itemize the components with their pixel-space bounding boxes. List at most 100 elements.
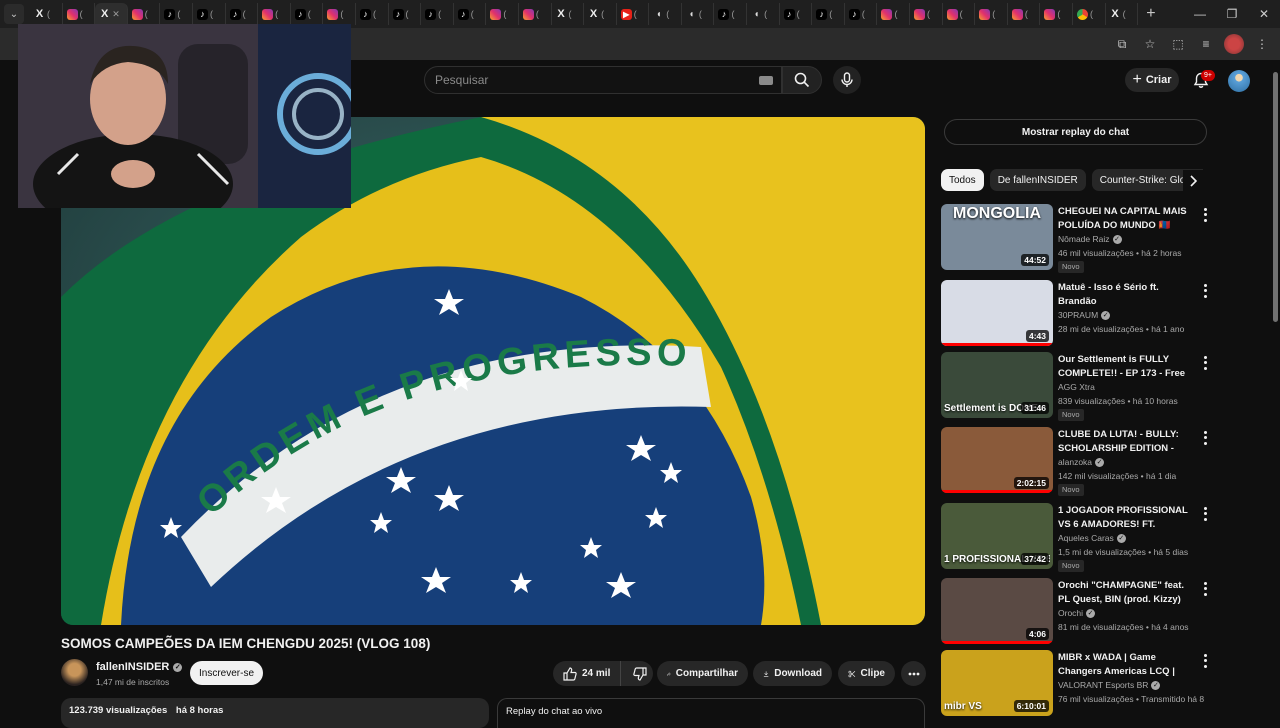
recommendation-channel[interactable]: AGG Xtra [1058,382,1095,392]
browser-tab[interactable]: ( [323,3,356,25]
filter-chip[interactable]: Todos [941,169,984,191]
browser-tab[interactable]: ♪( [389,3,422,25]
more-actions-button[interactable] [901,661,926,686]
browser-tab[interactable]: ♪( [356,3,389,25]
channel-name[interactable]: fallenINSIDER [96,661,169,673]
description-box[interactable]: 123.739 visualizações há 8 horas [61,698,489,728]
browser-tab[interactable]: X( [30,3,63,25]
browser-tab[interactable]: ♪( [845,3,878,25]
browser-tab[interactable]: ♪( [421,3,454,25]
browser-menu-icon[interactable]: ⋮ [1252,34,1272,54]
more-vert-icon[interactable] [1200,430,1210,446]
browser-tab[interactable]: ♪( [812,3,845,25]
more-vert-icon[interactable] [1200,581,1210,597]
tab-search-button[interactable]: ⌄ [4,4,24,24]
show-chat-replay-button[interactable]: Mostrar replay do chat [944,119,1207,145]
browser-tab[interactable]: ♪( [454,3,487,25]
video-thumbnail[interactable]: MONGOLIA 44:52 [941,204,1053,270]
recommendation-item[interactable]: 4:43 Matuê - Isso é Sério ft. Brandão 30PR… [941,280,1211,348]
minimize-icon[interactable]: — [1184,7,1216,21]
browser-tab[interactable]: ◖( [747,3,780,25]
share-button[interactable]: Compartilhar [657,661,748,686]
video-thumbnail[interactable]: mibr VS 6:10:01 [941,650,1053,716]
browser-tab[interactable]: ♪( [160,3,193,25]
more-vert-icon[interactable] [1200,506,1210,522]
recommendation-title[interactable]: Our Settlement is FULLY COMPLETE!! - EP … [1058,353,1192,380]
recommendation-title[interactable]: 1 JOGADOR PROFISSIONAL VS 6 AMADORES! FT… [1058,504,1192,531]
search-input[interactable]: Pesquisar [424,66,782,94]
media-controls-icon[interactable]: ≡ [1196,34,1216,54]
more-vert-icon[interactable] [1200,207,1210,223]
install-app-icon[interactable]: ⧉ [1112,34,1132,54]
browser-tab[interactable]: ( [1040,3,1073,25]
keyboard-icon[interactable] [759,75,773,85]
bookmark-star-icon[interactable]: ☆ [1140,34,1160,54]
recommendation-item[interactable]: Settlement is DONE 31:46 Our Settlement is… [941,352,1211,421]
browser-tab[interactable]: X( [1106,3,1139,25]
browser-tab[interactable]: ( [910,3,943,25]
browser-tab[interactable]: ◖( [682,3,715,25]
browser-tab[interactable]: ( [128,3,161,25]
recommendation-channel-row[interactable]: VALORANT Esports BR ✓ [1058,680,1161,690]
filter-chip[interactable]: De fallenINSIDER [989,169,1086,191]
more-vert-icon[interactable] [1200,653,1210,669]
channel-name-row[interactable]: fallenINSIDER ✓ [96,661,183,673]
recommendation-item[interactable]: 4:06 Orochi "CHAMPAGNE" feat. PL Quest, B… [941,578,1211,646]
recommendation-channel-row[interactable]: AGG Xtra [1058,382,1095,392]
recommendation-channel[interactable]: alanzoka [1058,457,1092,467]
account-avatar[interactable] [1228,70,1250,92]
recommendation-title[interactable]: Matuê - Isso é Sério ft. Brandão [1058,281,1192,308]
browser-tab[interactable]: ( [63,3,96,25]
recommendation-item[interactable]: 2:02:15 CLUBE DA LUTA! - BULLY: SCHOLARSH… [941,427,1211,496]
browser-profile-avatar[interactable] [1224,34,1244,54]
more-vert-icon[interactable] [1200,283,1210,299]
recommendation-channel-row[interactable]: Nômade Raiz ✓ [1058,234,1122,244]
page-scrollbar[interactable] [1271,60,1280,720]
close-window-icon[interactable]: ✕ [1248,7,1280,21]
recommendation-title[interactable]: CLUBE DA LUTA! - BULLY: SCHOLARSHIP EDIT… [1058,428,1192,455]
recommendation-title[interactable]: Orochi "CHAMPAGNE" feat. PL Quest, BIN (… [1058,579,1192,606]
recommendation-channel[interactable]: Orochi [1058,608,1083,618]
video-thumbnail[interactable]: Settlement is DONE 31:46 [941,352,1053,418]
browser-tab[interactable]: ( [1073,3,1106,25]
browser-tab[interactable]: ♪( [780,3,813,25]
recommendation-title[interactable]: CHEGUEI NA CAPITAL MAIS POLUÍDA DO MUNDO… [1058,205,1192,232]
browser-tab[interactable]: ▶( [617,3,650,25]
create-button[interactable]: + Criar [1125,68,1179,92]
browser-tab[interactable]: ( [258,3,291,25]
maximize-icon[interactable]: ❐ [1216,7,1248,21]
browser-tab[interactable]: ♪( [291,3,324,25]
channel-avatar[interactable] [61,659,88,686]
recommendation-channel[interactable]: Aqueles Caras [1058,533,1114,543]
browser-tab[interactable]: ( [486,3,519,25]
browser-tab[interactable]: ( [975,3,1008,25]
browser-tab[interactable]: ( [877,3,911,25]
browser-tab[interactable]: X ✕ [95,3,128,25]
scrollbar-thumb[interactable] [1273,72,1278,322]
browser-tab[interactable]: ♪( [226,3,259,25]
browser-tab[interactable]: ◖( [649,3,682,25]
video-thumbnail[interactable]: 4:06 [941,578,1053,644]
browser-tab[interactable]: ♪( [714,3,748,25]
dislike-button[interactable] [626,661,653,686]
video-thumbnail[interactable]: 1 PROFISSIONAL VS 6 AMADORES37:42 [941,503,1053,569]
like-button[interactable]: 24 mil [553,661,622,686]
extensions-icon[interactable]: ⬚ [1168,34,1188,54]
download-button[interactable]: Download [753,661,832,686]
browser-tab[interactable]: X( [584,3,617,25]
clip-button[interactable]: Clipe [838,661,895,686]
voice-search-button[interactable] [833,66,861,94]
search-button[interactable] [782,66,822,94]
recommendation-channel-row[interactable]: Aqueles Caras ✓ [1058,533,1126,543]
video-thumbnail[interactable]: 2:02:15 [941,427,1053,493]
new-tab-button[interactable]: + [1146,5,1155,23]
recommendation-channel[interactable]: VALORANT Esports BR [1058,680,1148,690]
chips-next-button[interactable] [1183,170,1203,192]
recommendation-channel-row[interactable]: 30PRAUM ✓ [1058,310,1111,320]
close-tab-icon[interactable]: ✕ [112,9,120,20]
subscribe-button[interactable]: Inscrever-se [190,661,263,685]
recommendation-item[interactable]: MONGOLIA 44:52 CHEGUEI NA CAPITAL MAIS POL… [941,204,1211,273]
recommendation-item[interactable]: 1 PROFISSIONAL VS 6 AMADORES37:421 JOGAD… [941,503,1211,572]
recommendation-channel[interactable]: Nômade Raiz [1058,234,1110,244]
browser-tab[interactable]: ( [943,3,976,25]
